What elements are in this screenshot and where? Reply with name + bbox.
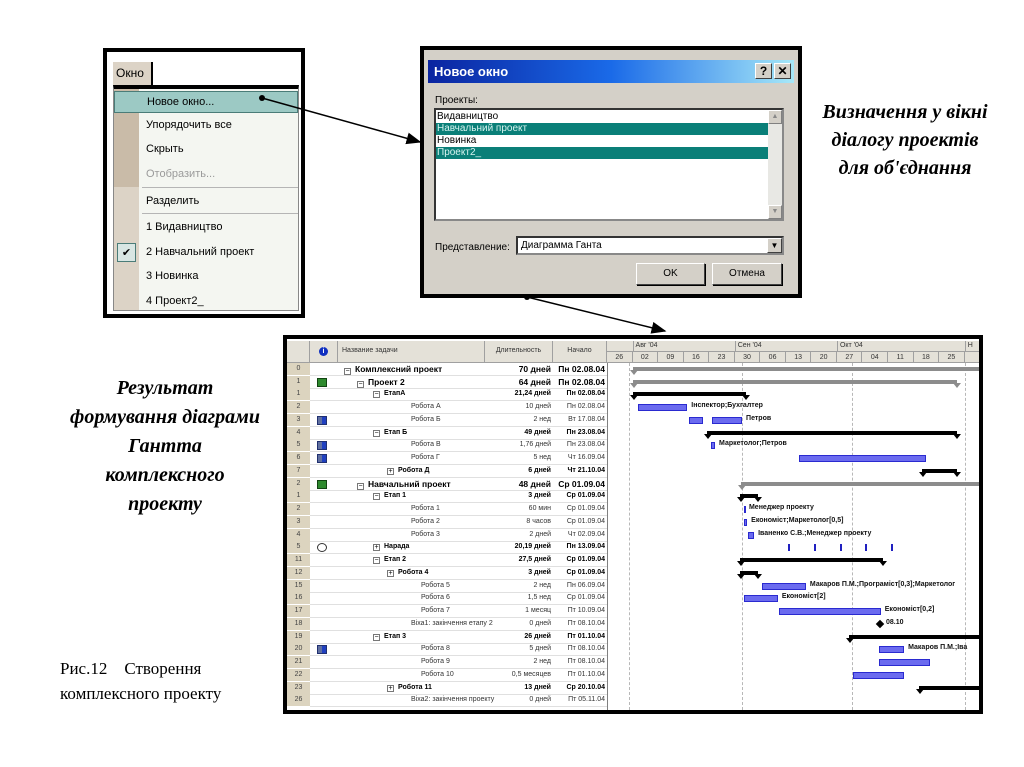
connector-arrows [259,95,667,334]
